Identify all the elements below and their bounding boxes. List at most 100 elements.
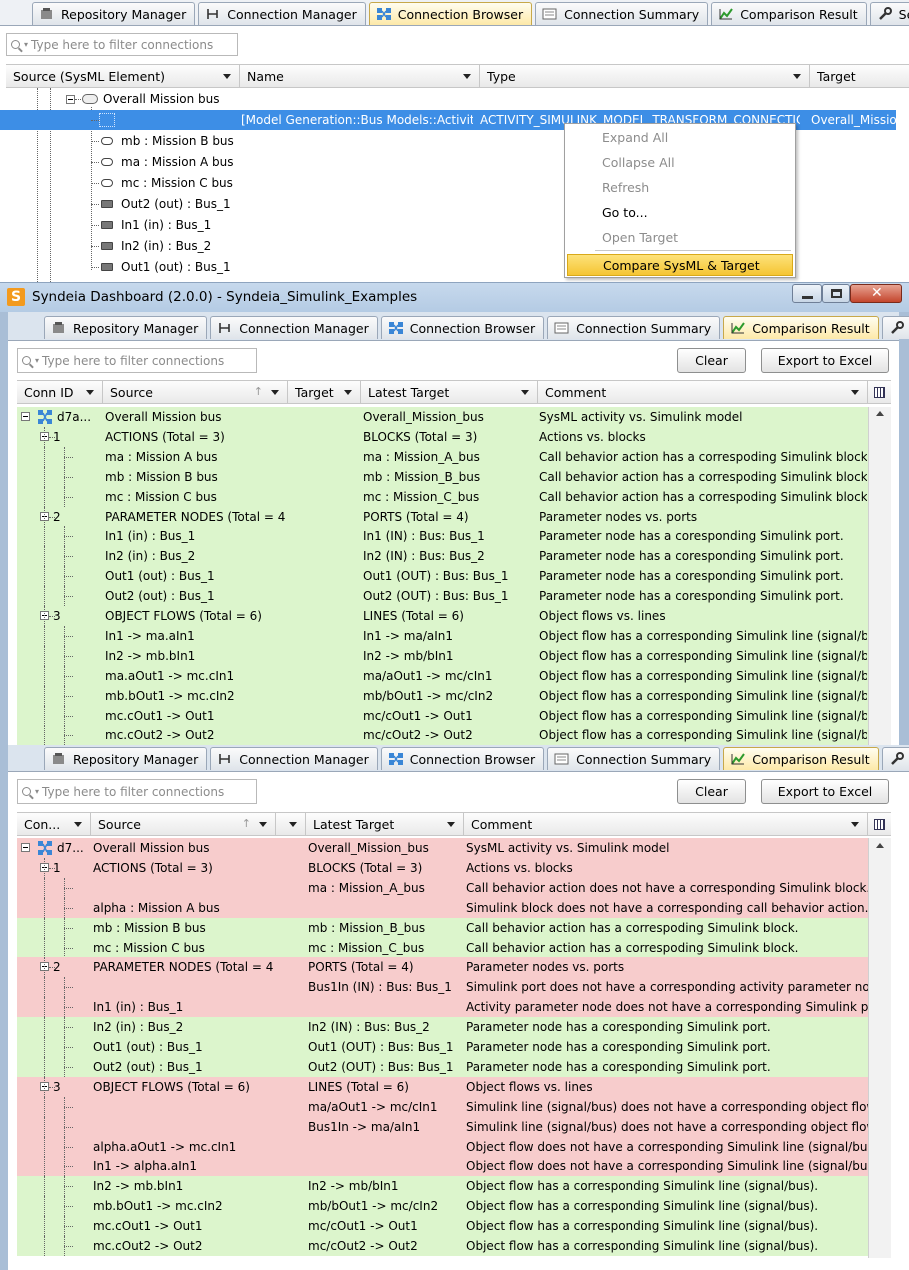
column-header-name[interactable]: Name <box>240 65 480 87</box>
column-header-conn-id[interactable]: Con... <box>17 813 91 835</box>
tab-connection-summary[interactable]: Connection Summary <box>535 2 709 25</box>
column-header-latest-target[interactable]: Latest Target <box>306 813 464 835</box>
tab-settings[interactable]: Settings <box>869 2 909 25</box>
tab-repository-manager[interactable]: Repository Manager <box>32 2 196 25</box>
tab-comparison-result[interactable]: Comparison Result <box>723 316 879 339</box>
table-row[interactable]: In2 (in) : Bus_2 In2 (IN) : Bus: Bus_2 Par… <box>17 1017 868 1038</box>
export-to-excel-button[interactable]: Export to Excel <box>761 348 889 373</box>
table-row[interactable]: In1 -> ma.aIn1 In1 -> ma/aIn1 Object flow … <box>17 625 868 646</box>
vertical-scrollbar[interactable] <box>868 407 891 745</box>
close-button[interactable]: ✕ <box>850 284 902 303</box>
table-row[interactable]: mb : Mission B bus mb : Mission_B_bus Call… <box>17 917 868 938</box>
table-row[interactable]: 3 OBJECT FLOWS (Total = 6) LINES (Total = … <box>17 1076 868 1097</box>
filter-input[interactable]: ▾ Type here to filter connections <box>17 779 257 804</box>
table-row[interactable]: Out2 (out) : Bus_1 Out2 (OUT) : Bus: Bus_… <box>17 586 868 607</box>
column-header-type[interactable]: Type <box>480 65 810 87</box>
conn-id-cell <box>53 706 103 726</box>
tree-row[interactable]: Out2 (out) : Bus_1 <box>0 194 560 214</box>
column-chooser-button[interactable] <box>868 813 891 835</box>
tab-connection-summary[interactable]: Connection Summary <box>547 316 721 339</box>
column-header-source[interactable]: Source ↑ <box>91 813 276 835</box>
table-row[interactable]: 1 ACTIONS (Total = 3) BLOCKS (Total = 3) Ac… <box>17 426 868 447</box>
column-header-comment[interactable]: Comment <box>464 813 868 835</box>
table-row[interactable]: mc : Mission C bus mc : Mission_C_bus Call… <box>17 937 868 958</box>
table-row[interactable]: 3 OBJECT FLOWS (Total = 6) LINES (Total = … <box>17 606 868 626</box>
column-header-target[interactable] <box>276 813 306 835</box>
table-row[interactable]: mb.bOut1 -> mc.cIn2 mb/bOut1 -> mc/cIn2 Ob… <box>17 1196 868 1217</box>
vertical-scrollbar[interactable] <box>868 838 891 1258</box>
table-row[interactable]: Bus1In (IN) : Bus: Bus_1 Simulink port do… <box>17 977 868 998</box>
menu-item-open-target[interactable]: Open Target <box>567 226 793 250</box>
table-row[interactable]: mc : Mission C bus mc : Mission_C_bus Call… <box>17 486 868 507</box>
filter-input[interactable]: ▾ Type here to filter connections <box>6 33 238 56</box>
tab-comparison-result[interactable]: Comparison Result <box>711 2 867 25</box>
tab-connection-browser[interactable]: Connection Browser <box>368 2 533 25</box>
menu-item-go-to[interactable]: Go to... <box>567 201 793 225</box>
table-row[interactable]: mb.bOut1 -> mc.cIn2 mb/bOut1 -> mc/cIn2 Ob… <box>17 685 868 706</box>
column-header-latest-target[interactable]: Latest Target <box>361 381 538 403</box>
table-row[interactable]: mb : Mission B bus mb : Mission_B_bus Call… <box>17 466 868 487</box>
table-row[interactable]: ma.aOut1 -> mc.cIn1 ma/aOut1 -> mc/cIn1 Ob… <box>17 665 868 686</box>
tab-connection-manager[interactable]: Connection Manager <box>198 2 366 25</box>
table-row[interactable]: d7... Overall Mission bus Overall_Mission_… <box>17 838 868 858</box>
table-row[interactable]: In2 (in) : Bus_2 In2 (IN) : Bus: Bus_2 Par… <box>17 546 868 567</box>
tab-connection-browser[interactable]: Connection Browser <box>380 747 545 770</box>
table-row[interactable]: ma/aOut1 -> mc/cIn1 Simulink line (signal… <box>17 1096 868 1117</box>
table-row[interactable]: mc.cOut2 -> Out2 mc/cOut2 -> Out2 Object f… <box>17 725 868 745</box>
clear-button[interactable]: Clear <box>677 348 746 373</box>
column-header-comment[interactable]: Comment <box>538 381 868 403</box>
table-row[interactable]: ma : Mission_A_bus Call behavior action d… <box>17 877 868 898</box>
table-row[interactable]: alpha.aOut1 -> mc.cIn1 Object flow does n… <box>17 1136 868 1157</box>
tab-connection-browser[interactable]: Connection Browser <box>380 316 545 339</box>
table-row[interactable]: ma : Mission A bus ma : Mission_A_bus Call… <box>17 446 868 467</box>
tab-connection-manager[interactable]: Connection Manager <box>210 747 378 770</box>
table-row[interactable]: In1 -> alpha.aIn1 Object flow does not ha… <box>17 1156 868 1177</box>
table-row[interactable]: Out2 (out) : Bus_1 Out2 (OUT) : Bus: Bus_… <box>17 1056 868 1077</box>
tree-row[interactable]: Out1 (out) : Bus_1 <box>0 257 560 277</box>
column-header-source[interactable]: Source (SysML Element) <box>6 65 240 87</box>
tab-comparison-result[interactable]: Comparison Result <box>723 747 879 770</box>
menu-item-expand-all[interactable]: Expand All <box>567 126 793 150</box>
tab-connection-manager[interactable]: Connection Manager <box>210 316 378 339</box>
export-to-excel-button[interactable]: Export to Excel <box>761 779 889 804</box>
table-row[interactable]: alpha : Mission A bus Simulink block does… <box>17 897 868 918</box>
filter-input[interactable]: ▾ Type here to filter connections <box>17 348 257 373</box>
tab-connection-summary[interactable]: Connection Summary <box>547 747 721 770</box>
tree-row[interactable]: mc : Mission C bus <box>0 173 560 193</box>
tree-row[interactable]: mb : Mission B bus <box>0 131 560 151</box>
window-titlebar[interactable]: S Syndeia Dashboard (2.0.0) - Syndeia_Si… <box>0 282 909 312</box>
tree-row[interactable]: In2 (in) : Bus_2 <box>0 236 560 256</box>
column-chooser-button[interactable] <box>868 381 891 403</box>
table-row[interactable]: In1 (in) : Bus_1 Activity parameter node … <box>17 997 868 1018</box>
column-header-conn-id[interactable]: Conn ID <box>17 381 103 403</box>
tab-repository-manager[interactable]: Repository Manager <box>44 316 208 339</box>
table-row[interactable]: d7a... Overall Mission bus Overall_Mission… <box>17 407 868 427</box>
table-row[interactable]: Out1 (out) : Bus_1 Out1 (OUT) : Bus: Bus_… <box>17 1037 868 1057</box>
menu-item-collapse-all[interactable]: Collapse All <box>567 151 793 175</box>
tree-row[interactable]: ma : Mission A bus <box>0 152 560 172</box>
table-row[interactable]: In2 -> mb.bIn1 In2 -> mb/bIn1 Object flow … <box>17 1176 868 1197</box>
table-row[interactable]: mc.cOut1 -> Out1 mc/cOut1 -> Out1 Object f… <box>17 1216 868 1237</box>
table-row[interactable]: 1 ACTIONS (Total = 3) BLOCKS (Total = 3) Ac… <box>17 857 868 878</box>
tab-settings[interactable]: Settings <box>881 316 909 339</box>
table-row[interactable]: Out1 (out) : Bus_1 Out1 (OUT) : Bus: Bus_… <box>17 566 868 587</box>
tab-settings[interactable]: Settings <box>881 747 909 770</box>
table-row[interactable]: 2 PARAMETER NODES (Total = 4) PORTS (Total… <box>17 506 868 527</box>
tree-row[interactable]: Overall Mission bus <box>0 89 909 109</box>
table-row[interactable]: mc.cOut1 -> Out1 mc/cOut1 -> Out1 Object f… <box>17 705 868 726</box>
column-header-target[interactable]: Target <box>288 381 361 403</box>
menu-item-refresh[interactable]: Refresh <box>567 176 793 200</box>
column-header-source[interactable]: Source ↑ <box>103 381 288 403</box>
tree-row[interactable]: In1 (in) : Bus_1 <box>0 215 560 235</box>
table-row[interactable]: In1 (in) : Bus_1 In1 (IN) : Bus: Bus_1 Par… <box>17 526 868 547</box>
column-header-target[interactable]: Target <box>810 65 909 87</box>
table-row[interactable]: mc.cOut2 -> Out2 mc/cOut2 -> Out2 Object f… <box>17 1236 868 1256</box>
menu-item-compare-sysml-target[interactable]: Compare SysML & Target <box>567 254 793 276</box>
clear-button[interactable]: Clear <box>677 779 746 804</box>
table-row[interactable]: In2 -> mb.bIn1 In2 -> mb/bIn1 Object flow … <box>17 645 868 666</box>
tab-repository-manager[interactable]: Repository Manager <box>44 747 208 770</box>
table-row[interactable]: Bus1In -> ma/aIn1 Simulink line (signal/b… <box>17 1116 868 1137</box>
maximize-button[interactable] <box>822 284 850 303</box>
table-row[interactable]: 2 PARAMETER NODES (Total = 4) PORTS (Total… <box>17 957 868 978</box>
minimize-button[interactable] <box>792 284 822 303</box>
